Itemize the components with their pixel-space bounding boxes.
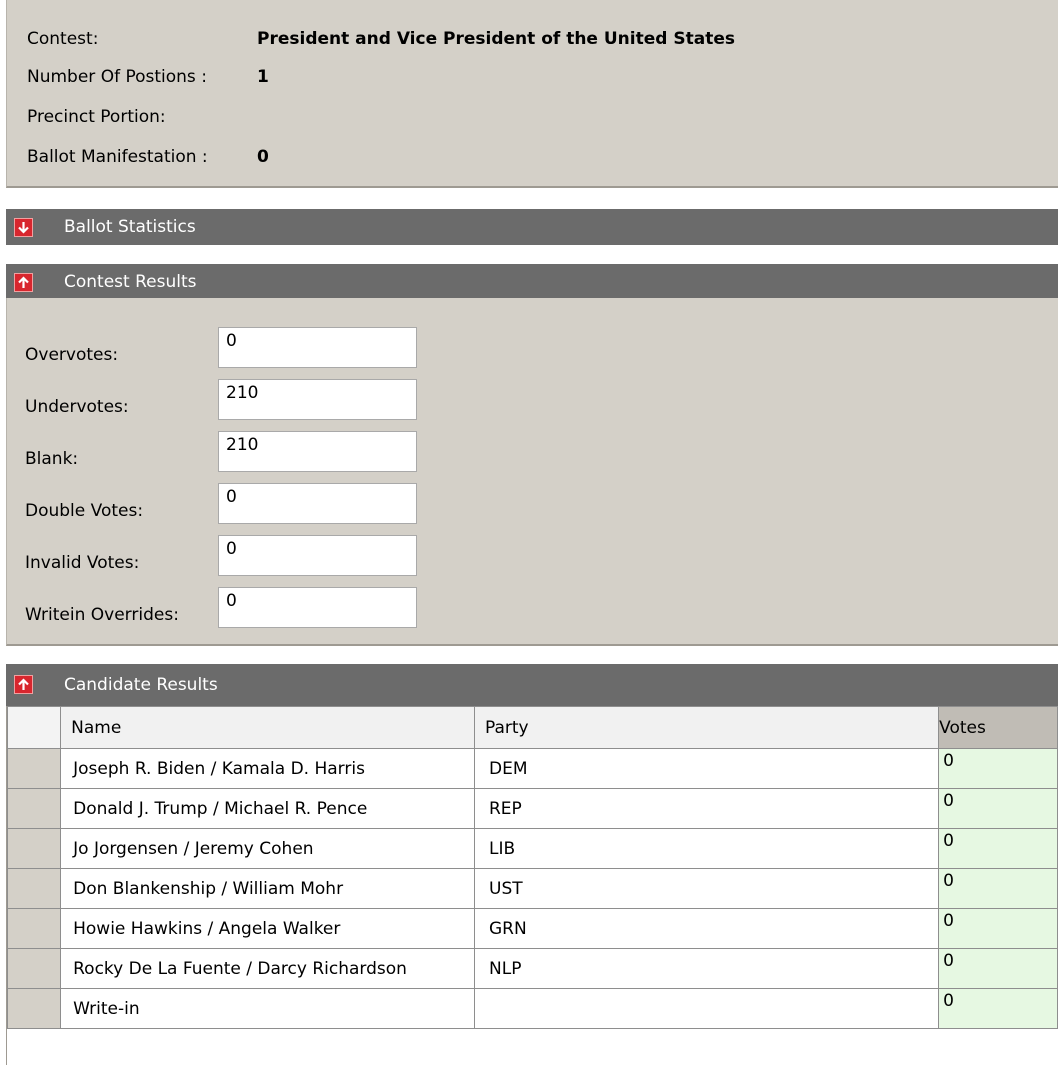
arrow-up-icon[interactable] xyxy=(14,273,33,292)
ballot-statistics-title: Ballot Statistics xyxy=(64,217,196,237)
precinct-portion-label: Precinct Portion: xyxy=(27,107,166,127)
row-selector[interactable] xyxy=(6,788,62,829)
candidate-name: Don Blankenship / William Mohr xyxy=(60,868,475,909)
table-row: Joseph R. Biden / Kamala D. Harris DEM 0 xyxy=(6,748,1058,789)
row-selector[interactable] xyxy=(6,988,62,1029)
contest-info-panel: Contest: President and Vice President of… xyxy=(6,0,1058,188)
row-selector[interactable] xyxy=(6,908,62,949)
writein-overrides-label: Writein Overrides: xyxy=(25,605,179,625)
candidate-party xyxy=(473,988,940,1029)
candidate-party: DEM xyxy=(473,748,940,789)
undervotes-label: Undervotes: xyxy=(25,397,129,417)
ballot-statistics-header[interactable]: Ballot Statistics xyxy=(6,209,1058,245)
table-header-row: Name Party Votes xyxy=(6,706,1058,749)
table-row: Howie Hawkins / Angela Walker GRN 0 xyxy=(6,908,1058,949)
double-votes-field[interactable]: 0 xyxy=(218,483,417,524)
contest-results-panel: Overvotes: 0 Undervotes: 210 Blank: 210 … xyxy=(6,298,1058,646)
candidate-party: GRN xyxy=(473,908,940,949)
row-selector-header[interactable] xyxy=(6,706,62,749)
candidate-table: Name Party Votes Joseph R. Biden / Kamal… xyxy=(6,706,1058,1029)
candidate-party: UST xyxy=(473,868,940,909)
column-header-party[interactable]: Party xyxy=(473,706,940,749)
arrow-up-icon[interactable] xyxy=(14,675,33,694)
table-row: Donald J. Trump / Michael R. Pence REP 0 xyxy=(6,788,1058,829)
candidate-votes-cell[interactable]: 0 xyxy=(938,948,1058,989)
candidate-name: Write-in xyxy=(60,988,475,1029)
contest-results-header[interactable]: Contest Results xyxy=(6,264,1058,300)
overvotes-field[interactable]: 0 xyxy=(218,327,417,368)
number-of-positions-value: 1 xyxy=(257,67,269,87)
table-row: Rocky De La Fuente / Darcy Richardson NL… xyxy=(6,948,1058,989)
candidate-name: Rocky De La Fuente / Darcy Richardson xyxy=(60,948,475,989)
row-selector[interactable] xyxy=(6,828,62,869)
candidate-results-title: Candidate Results xyxy=(64,675,218,695)
invalid-votes-field[interactable]: 0 xyxy=(218,535,417,576)
contest-results-title: Contest Results xyxy=(64,272,197,292)
candidate-votes-cell[interactable]: 0 xyxy=(938,828,1058,869)
candidate-votes-cell[interactable]: 0 xyxy=(938,748,1058,789)
row-selector[interactable] xyxy=(6,948,62,989)
table-row: Jo Jorgensen / Jeremy Cohen LIB 0 xyxy=(6,828,1058,869)
candidate-name: Joseph R. Biden / Kamala D. Harris xyxy=(60,748,475,789)
candidate-votes-cell[interactable]: 0 xyxy=(938,868,1058,909)
ballot-manifestation-label: Ballot Manifestation : xyxy=(27,147,208,167)
candidate-votes-cell[interactable]: 0 xyxy=(938,788,1058,829)
contest-label: Contest: xyxy=(27,29,99,49)
candidate-votes-cell[interactable]: 0 xyxy=(938,988,1058,1029)
candidate-party: LIB xyxy=(473,828,940,869)
table-row: Don Blankenship / William Mohr UST 0 xyxy=(6,868,1058,909)
double-votes-label: Double Votes: xyxy=(25,501,144,521)
blank-label: Blank: xyxy=(25,449,79,469)
invalid-votes-label: Invalid Votes: xyxy=(25,553,140,573)
candidate-name: Howie Hawkins / Angela Walker xyxy=(60,908,475,949)
candidate-results-grid: Name Party Votes Joseph R. Biden / Kamal… xyxy=(6,706,1058,1065)
candidate-party: REP xyxy=(473,788,940,829)
overvotes-label: Overvotes: xyxy=(25,345,119,365)
arrow-down-icon[interactable] xyxy=(14,218,33,237)
undervotes-field[interactable]: 210 xyxy=(218,379,417,420)
row-selector[interactable] xyxy=(6,748,62,789)
candidate-votes-cell[interactable]: 0 xyxy=(938,908,1058,949)
candidate-results-header[interactable]: Candidate Results xyxy=(6,664,1058,706)
column-header-name[interactable]: Name xyxy=(60,706,475,749)
table-row: Write-in 0 xyxy=(6,988,1058,1029)
writein-overrides-field[interactable]: 0 xyxy=(218,587,417,628)
candidate-name: Donald J. Trump / Michael R. Pence xyxy=(60,788,475,829)
candidate-party: NLP xyxy=(473,948,940,989)
candidate-name: Jo Jorgensen / Jeremy Cohen xyxy=(60,828,475,869)
blank-field[interactable]: 210 xyxy=(218,431,417,472)
ballot-manifestation-value: 0 xyxy=(257,147,269,167)
row-selector[interactable] xyxy=(6,868,62,909)
column-header-votes[interactable]: Votes xyxy=(938,706,1058,749)
contest-name: President and Vice President of the Unit… xyxy=(257,29,735,49)
number-of-positions-label: Number Of Postions : xyxy=(27,67,207,87)
